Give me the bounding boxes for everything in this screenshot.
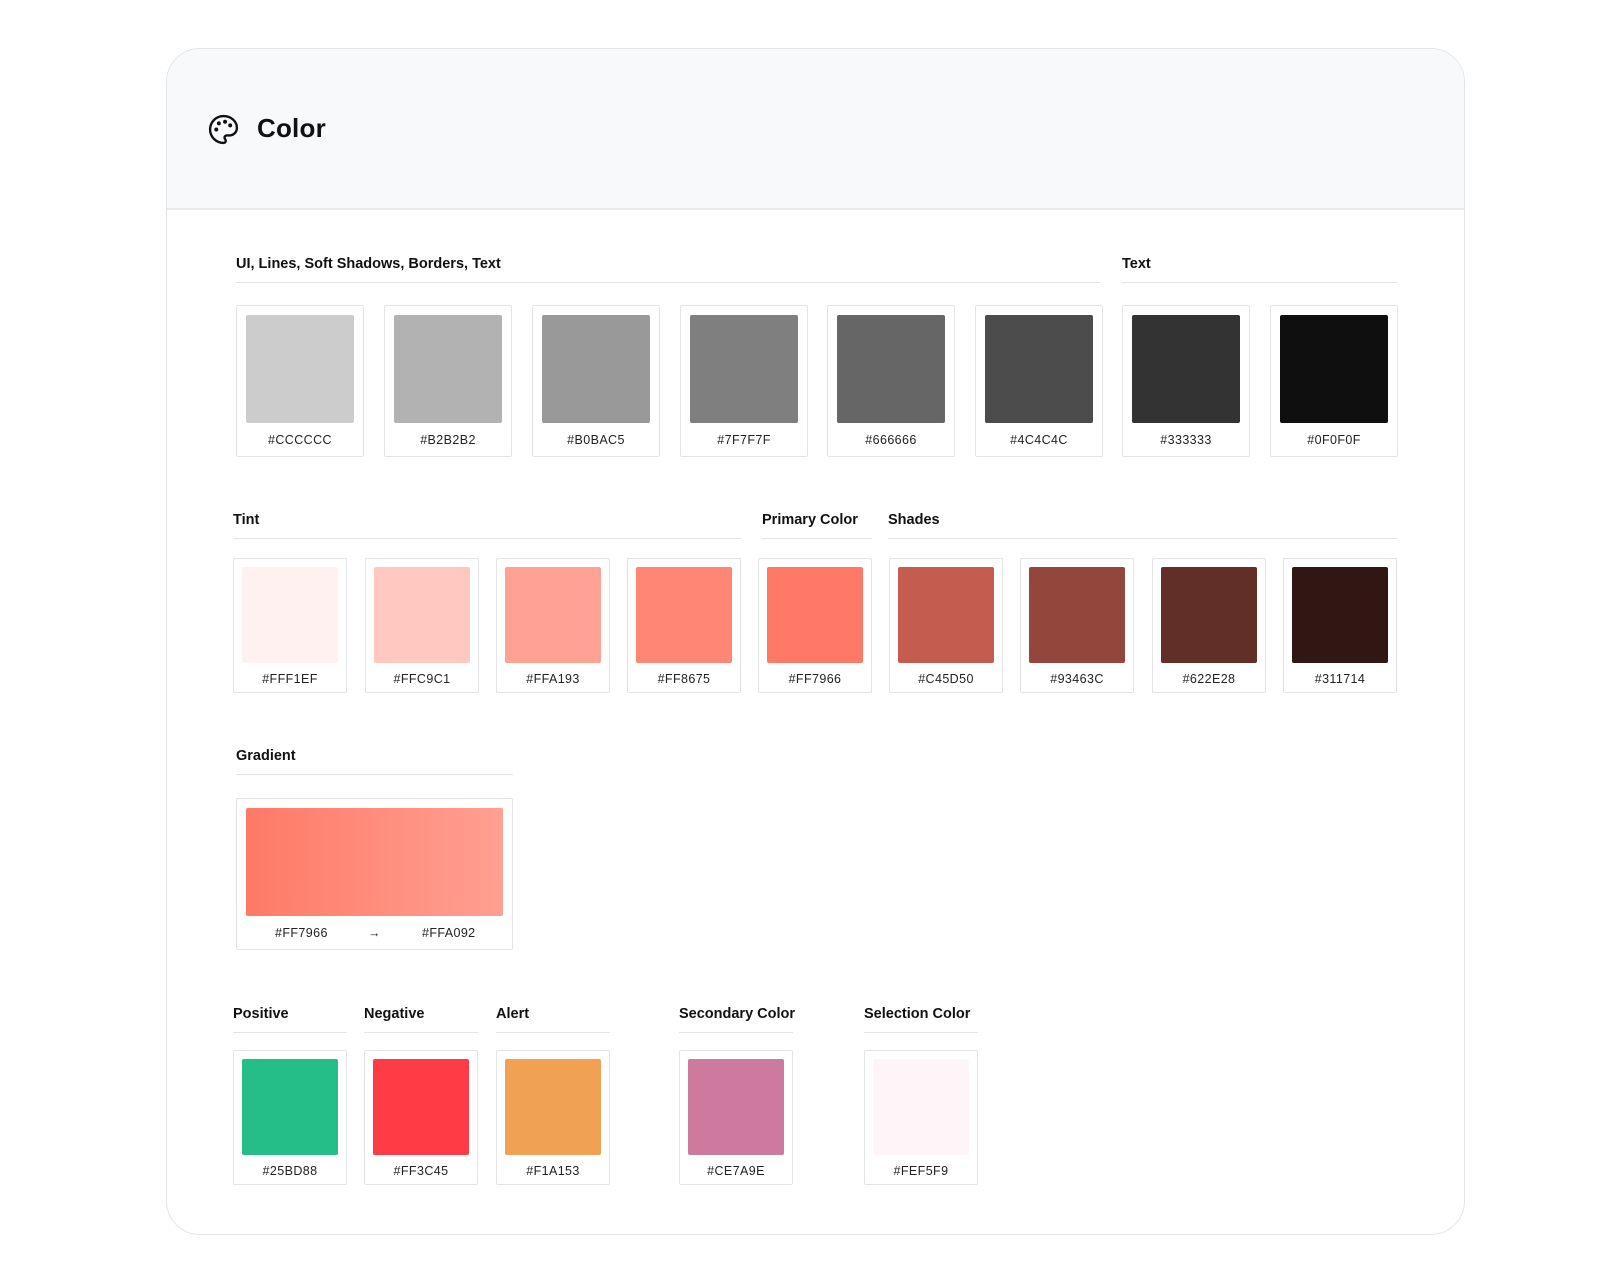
color-chip bbox=[690, 315, 798, 423]
section-label-negative: Negative bbox=[364, 1006, 478, 1034]
hex-label: #B2B2B2 bbox=[420, 433, 476, 447]
color-swatch-text[interactable]: #333333 bbox=[1122, 305, 1250, 457]
hex-label: #FFF1EF bbox=[262, 672, 318, 686]
hex-label: #CCCCCC bbox=[268, 433, 332, 447]
section-label-selection: Selection Color bbox=[864, 1006, 978, 1034]
hex-label: #FF8675 bbox=[657, 672, 711, 686]
color-swatch-shade[interactable]: #311714 bbox=[1283, 558, 1397, 693]
section-label-ui: UI, Lines, Soft Shadows, Borders, Text bbox=[236, 256, 1100, 284]
color-swatch-tint[interactable]: #FF8675 bbox=[627, 558, 741, 693]
color-swatch-shade[interactable]: #93463C bbox=[1020, 558, 1134, 693]
section-label-gradient: Gradient bbox=[236, 748, 513, 776]
color-chip bbox=[374, 567, 470, 663]
hex-label: #FF3C45 bbox=[393, 1164, 449, 1178]
section-label-secondary: Secondary Color bbox=[679, 1006, 795, 1034]
hex-label: #FFA193 bbox=[526, 672, 580, 686]
color-chip bbox=[1161, 567, 1257, 663]
color-chip bbox=[873, 1059, 969, 1155]
hex-label: #333333 bbox=[1160, 433, 1212, 447]
page-title: Color bbox=[257, 113, 326, 143]
color-swatch-alert[interactable]: #F1A153 bbox=[496, 1050, 610, 1185]
hex-label: #4C4C4C bbox=[1010, 433, 1068, 447]
color-chip bbox=[837, 315, 945, 423]
color-swatch-grey[interactable]: #CCCCCC bbox=[236, 305, 364, 457]
color-chip bbox=[767, 567, 863, 663]
palette-icon bbox=[208, 114, 239, 145]
section-label-tint: Tint bbox=[233, 512, 741, 540]
hex-label: #FFC9C1 bbox=[393, 672, 451, 686]
color-swatch-primary[interactable]: #FF7966 bbox=[758, 558, 872, 693]
color-chip bbox=[242, 1059, 338, 1155]
color-chip bbox=[505, 1059, 601, 1155]
color-chip bbox=[242, 567, 338, 663]
color-chip bbox=[1029, 567, 1125, 663]
color-swatch-secondary[interactable]: #CE7A9E bbox=[679, 1050, 793, 1185]
hex-label: #CE7A9E bbox=[707, 1164, 765, 1178]
hex-label: #622E28 bbox=[1182, 672, 1236, 686]
color-swatch-grey[interactable]: #4C4C4C bbox=[975, 305, 1103, 457]
color-swatch-shade[interactable]: #C45D50 bbox=[889, 558, 1003, 693]
color-swatch-selection[interactable]: #FEF5F9 bbox=[864, 1050, 978, 1185]
hex-label: #0F0F0F bbox=[1307, 433, 1361, 447]
color-chip bbox=[985, 315, 1093, 423]
color-chip bbox=[1292, 567, 1388, 663]
hex-label: #B0BAC5 bbox=[567, 433, 625, 447]
color-swatch-positive[interactable]: #25BD88 bbox=[233, 1050, 347, 1185]
hex-label: #FF7966 bbox=[788, 672, 842, 686]
color-swatch-grey[interactable]: #7F7F7F bbox=[680, 305, 808, 457]
gradient-to-label: #FFA092 bbox=[422, 926, 476, 940]
color-chip bbox=[1280, 315, 1388, 423]
hex-label: #C45D50 bbox=[918, 672, 974, 686]
arrow-right-icon: → bbox=[368, 926, 381, 940]
hex-label: #93463C bbox=[1050, 672, 1104, 686]
section-label-primary: Primary Color bbox=[762, 512, 872, 540]
color-swatch-grey[interactable]: #B2B2B2 bbox=[384, 305, 512, 457]
section-label-alert: Alert bbox=[496, 1006, 610, 1034]
color-chip bbox=[898, 567, 994, 663]
section-label-shades: Shades bbox=[888, 512, 1397, 540]
color-swatch-tint[interactable]: #FFC9C1 bbox=[365, 558, 479, 693]
color-chip bbox=[636, 567, 732, 663]
color-swatch-grey[interactable]: #666666 bbox=[827, 305, 955, 457]
section-label-text: Text bbox=[1122, 256, 1397, 284]
hex-label: #25BD88 bbox=[262, 1164, 318, 1178]
hex-label: #F1A153 bbox=[526, 1164, 580, 1178]
color-swatch-tint[interactable]: #FFA193 bbox=[496, 558, 610, 693]
color-swatch-grey[interactable]: #B0BAC5 bbox=[532, 305, 660, 457]
color-chip bbox=[505, 567, 601, 663]
color-chip bbox=[373, 1059, 469, 1155]
color-chip bbox=[1132, 315, 1240, 423]
hex-label: #311714 bbox=[1314, 672, 1366, 686]
color-swatch-tint[interactable]: #FFF1EF bbox=[233, 558, 347, 693]
gradient-chip bbox=[246, 808, 503, 916]
color-swatch-shade[interactable]: #622E28 bbox=[1152, 558, 1266, 693]
hex-label: #7F7F7F bbox=[717, 433, 771, 447]
hex-label: #666666 bbox=[865, 433, 917, 447]
hex-label: #FEF5F9 bbox=[893, 1164, 949, 1178]
section-label-positive: Positive bbox=[233, 1006, 347, 1034]
gradient-from-label: #FF7966 bbox=[275, 926, 328, 940]
color-chip bbox=[688, 1059, 784, 1155]
color-swatch-text[interactable]: #0F0F0F bbox=[1270, 305, 1398, 457]
gradient-swatch[interactable]: #FF7966 → #FFA092 bbox=[236, 798, 513, 950]
color-chip bbox=[542, 315, 650, 423]
card-header: Color bbox=[167, 49, 1464, 210]
color-swatch-negative[interactable]: #FF3C45 bbox=[364, 1050, 478, 1185]
color-chip bbox=[394, 315, 502, 423]
color-chip bbox=[246, 315, 354, 423]
